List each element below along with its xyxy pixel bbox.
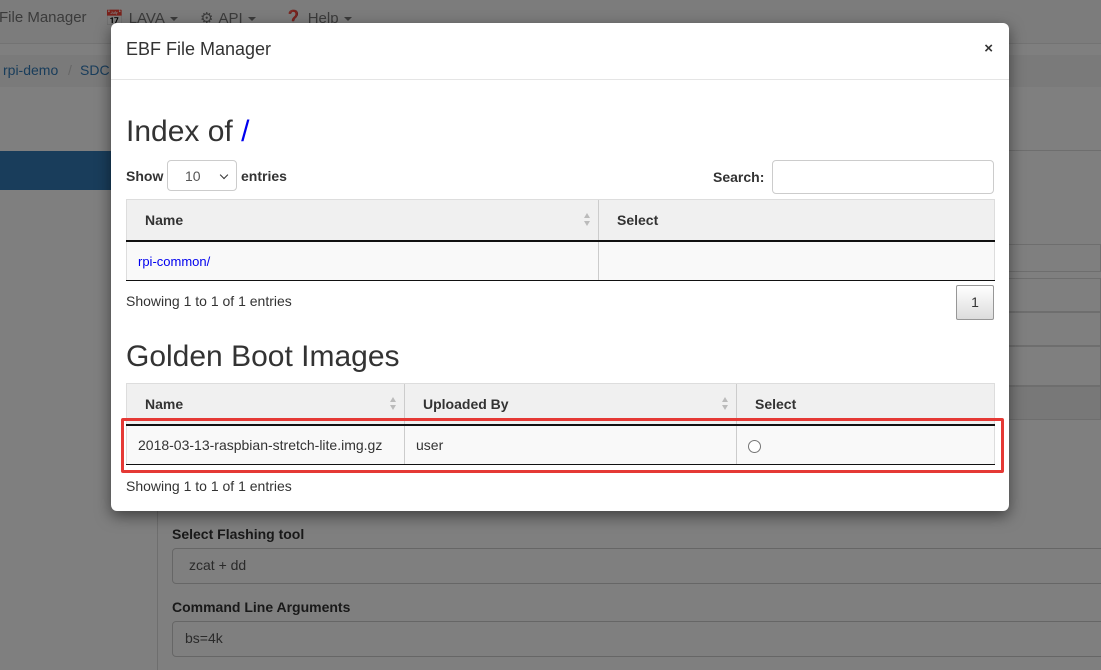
index-heading: Index of / <box>126 115 249 149</box>
golden-images-table: Name Uploaded By Select 2018-03-13-raspb… <box>126 383 995 465</box>
select-radio[interactable] <box>748 439 761 453</box>
index-heading-prefix: Index of <box>126 115 242 148</box>
search-input[interactable] <box>772 160 994 194</box>
page-length-value: 10 <box>185 168 201 184</box>
table-info: Showing 1 to 1 of 1 entries <box>126 478 292 494</box>
search-label: Search: <box>713 169 765 185</box>
column-header-label: Name <box>145 395 184 412</box>
root-path-link[interactable]: / <box>241 115 249 148</box>
folder-link[interactable]: rpi-common/ <box>138 254 210 269</box>
sort-icon <box>722 397 729 411</box>
file-manager-modal: EBF File Manager × Index of / Show 10 en… <box>111 23 1009 511</box>
column-header-select: Select <box>598 199 995 242</box>
golden-images-heading: Golden Boot Images <box>126 340 400 373</box>
table-row: rpi-common/ <box>126 240 995 281</box>
show-label: Show <box>126 168 164 184</box>
pagination-page-button[interactable]: 1 <box>956 285 994 320</box>
column-header-select: Select <box>736 383 995 426</box>
column-header-label: Select <box>617 211 659 228</box>
chevron-down-icon <box>219 170 229 180</box>
sort-icon <box>584 213 591 227</box>
cell-uploaded-by: user <box>404 424 737 465</box>
cell-name: rpi-common/ <box>126 240 599 281</box>
cell-select <box>736 424 995 465</box>
column-header-label: Name <box>145 211 184 228</box>
column-header-name[interactable]: Name <box>126 199 599 242</box>
close-button[interactable]: × <box>984 40 993 57</box>
column-header-uploaded-by[interactable]: Uploaded By <box>404 383 737 426</box>
column-header-name[interactable]: Name <box>126 383 405 426</box>
table-info: Showing 1 to 1 of 1 entries <box>126 293 292 309</box>
column-header-label: Select <box>755 395 797 412</box>
sort-icon <box>390 397 397 411</box>
column-header-label: Uploaded By <box>423 395 509 412</box>
index-table: Name Select rpi-common/ <box>126 199 995 281</box>
table-row[interactable]: 2018-03-13-raspbian-stretch-lite.img.gz … <box>126 424 995 465</box>
cell-select <box>598 240 995 281</box>
page-length-select[interactable]: 10 <box>167 160 237 191</box>
entries-label: entries <box>241 168 287 184</box>
modal-title: EBF File Manager <box>126 39 272 59</box>
modal-header: EBF File Manager × <box>111 23 1009 80</box>
cell-name: 2018-03-13-raspbian-stretch-lite.img.gz <box>126 424 405 465</box>
